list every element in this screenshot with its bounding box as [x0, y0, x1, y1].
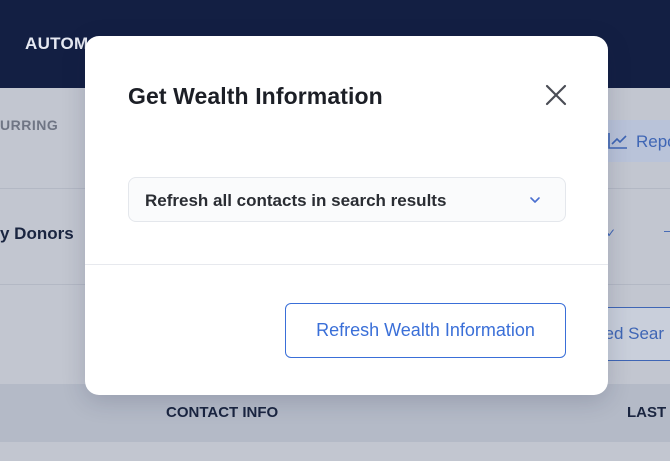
select-value: Refresh all contacts in search results	[145, 191, 447, 210]
dash-icon: –	[664, 222, 670, 238]
dialog-divider	[85, 264, 608, 265]
close-button[interactable]	[544, 83, 568, 107]
chart-icon	[608, 133, 627, 149]
column-header-contact-info[interactable]: CONTACT INFO	[166, 404, 278, 421]
refresh-scope-select[interactable]: Refresh all contacts in search results	[128, 177, 566, 222]
segment-label: y Donors	[0, 224, 74, 243]
topbar-title[interactable]: AUTOM	[25, 34, 89, 54]
wealth-info-dialog: Get Wealth Information Refresh all conta…	[85, 36, 608, 395]
dialog-title: Get Wealth Information	[128, 83, 383, 109]
recurring-tab[interactable]: URRING	[0, 117, 58, 133]
column-header-last[interactable]: LAST	[627, 404, 666, 421]
close-icon[interactable]	[545, 84, 567, 106]
reports-button-label[interactable]: Repo	[636, 132, 670, 152]
chevron-down-icon	[530, 197, 540, 203]
refresh-wealth-information-button[interactable]: Refresh Wealth Information	[285, 303, 566, 358]
